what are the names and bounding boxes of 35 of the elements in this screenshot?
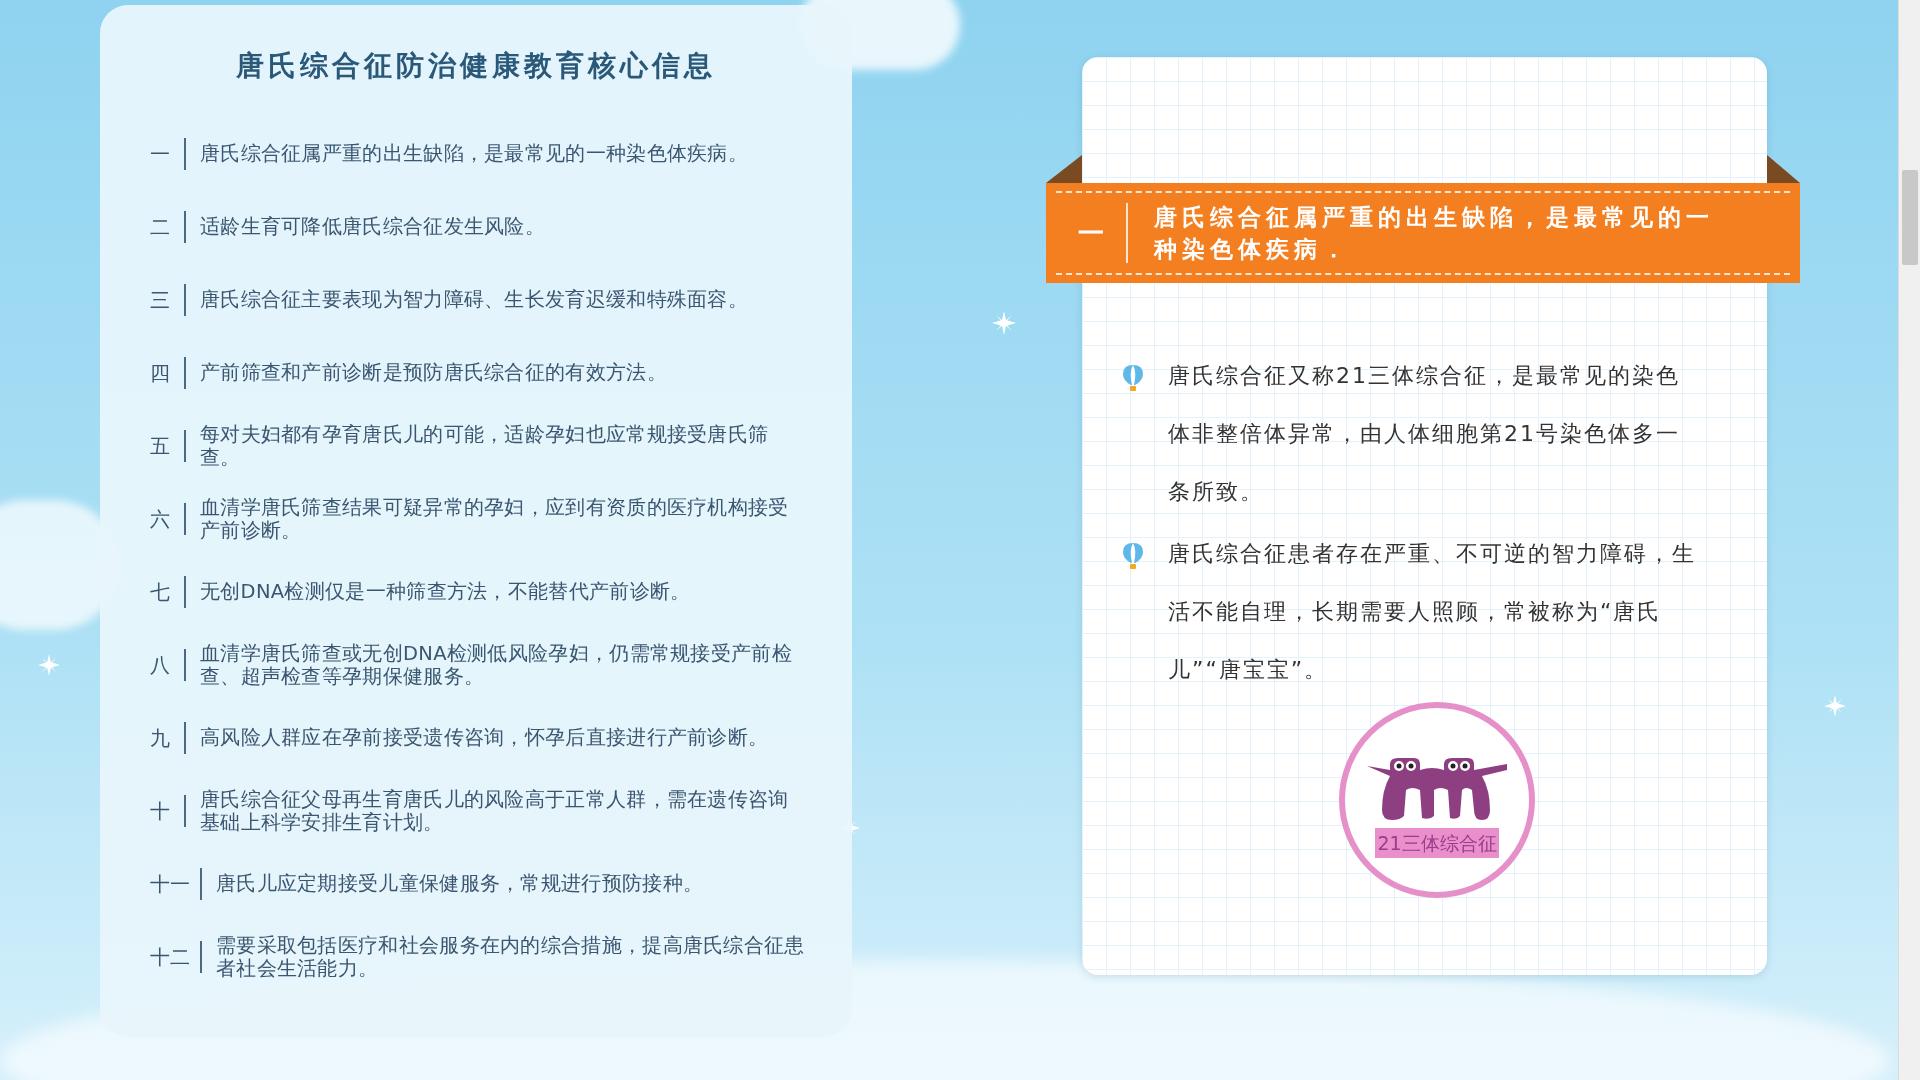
item-number: 七 [150,578,171,606]
corner-fold-drawing [1046,155,1082,183]
item-text: 适龄生育可降低唐氏综合征发生风险。 [200,215,547,238]
logo-label: 21三体综合征 [1375,828,1499,858]
bullet-text: 唐氏综合征又称21三体综合征，是最常见的染色体非整倍体异常，由人体细胞第21号染色体多一条所致。 [1168,362,1681,506]
item-text: 高风险人群应在孕前接受遗传咨询，怀孕后直接进行产前诊断。 [200,726,770,749]
item-number: 三 [150,286,171,314]
scrollbar[interactable] [1898,0,1920,1080]
item-text: 血清学唐氏筛查或无创DNA检测低风险孕妇，仍需常规接受产前检查、超声检查等孕期保健服务。 [200,641,793,688]
balloon-icon [1122,364,1144,392]
item-text: 血清学唐氏筛查结果可疑异常的孕妇，应到有资质的医疗机构接受产前诊断。 [200,495,790,542]
item-text: 无创DNA检测仅是一种筛查方法，不能替代产前诊断。 [200,580,692,603]
item-text: 产前筛查和产前诊断是预防唐氏综合征的有效方法。 [200,361,668,384]
corner-fold-drawing [1767,155,1800,183]
item-number: 十一 [150,870,190,898]
item-text: 唐氏综合征主要表现为智力障碍、生长发育迟缓和特殊面容。 [200,288,750,311]
item-text: 唐氏综合征属严重的出生缺陷，是最常见的一种染色体疾病。 [200,142,750,165]
item-text: 需要采取包括医疗和社会服务在内的综合措施，提高唐氏综合征患者社会生活能力。 [216,933,806,980]
heading-text: 唐氏综合征属严重的出生缺陷，是最常见的一种染色体疾病． [1154,203,1715,264]
panel-title: 唐氏综合征防治健康教育核心信息 [236,48,716,84]
item-number: 十 [150,797,171,825]
item-number: 二 [150,213,171,241]
item-text: 每对夫妇都有孕育唐氏儿的可能，适龄孕妇也应常规接受唐氏筛查。 [200,422,770,469]
item-number: 八 [150,651,171,679]
item-number: 十二 [150,943,190,971]
item-number: 九 [150,724,171,752]
bullet-text: 唐氏综合征患者存在严重、不可逆的智力障碍，生活不能自理，长期需要人照顾，常被称为“唐氏儿”“唐宝宝”。 [1168,540,1697,684]
heading-number: 一 [1077,216,1105,250]
item-text: 唐氏儿应定期接受儿童保健服务，常规进行预防接种。 [216,872,705,895]
item-number: 一 [150,140,171,168]
item-number: 六 [150,505,171,533]
balloon-icon [1122,542,1144,570]
item-text: 唐氏综合征父母再生育唐氏儿的风险高于正常人群，需在遗传咨询基础上科学安排生育计划。 [200,787,790,834]
item-number: 五 [150,432,171,460]
item-number: 四 [150,359,171,387]
